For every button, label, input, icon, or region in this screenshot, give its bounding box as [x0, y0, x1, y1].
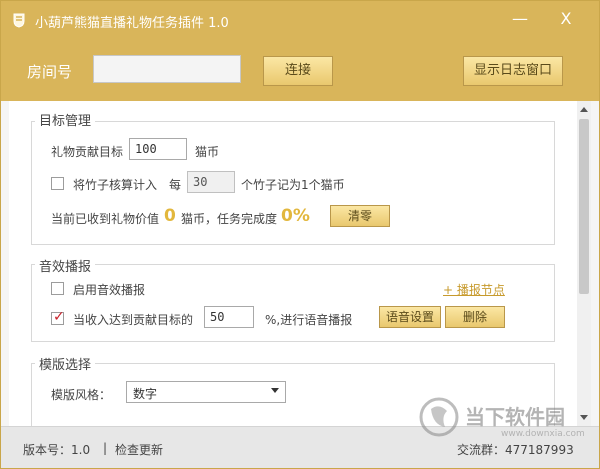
bamboo-count-input[interactable]: 30 — [187, 171, 235, 193]
room-input[interactable] — [93, 55, 241, 83]
check-update-link[interactable]: 检查更新 — [115, 441, 163, 458]
bamboo-label: 将竹子核算计入 — [73, 178, 158, 192]
received-unit-label: 猫币，任务完成度 — [181, 212, 278, 226]
scroll-up-icon[interactable] — [580, 107, 588, 112]
room-toolbar: 房间号 连接 显示日志窗口 — [1, 39, 599, 101]
reset-button[interactable]: 清零 — [330, 205, 390, 227]
watermark-url: www.downxia.com — [501, 429, 585, 439]
title-bar[interactable]: 小葫芦熊猫直播礼物任务插件 1.0 — X — [1, 1, 599, 39]
every-label: 每 — [169, 178, 182, 192]
broadcast-node-link[interactable]: + 播报节点 — [443, 281, 505, 298]
gift-target-label: 礼物贡献目标 — [51, 145, 124, 159]
template-style-label: 模版风格： — [51, 388, 112, 402]
gourd-icon — [13, 13, 25, 28]
show-log-button[interactable]: 显示日志窗口 — [463, 56, 563, 86]
settings-panel: 目标管理 礼物贡献目标 100 猫币 将竹子核算计入 每 30 个竹子记为1个猫… — [9, 101, 577, 426]
chevron-down-icon — [271, 388, 279, 393]
minimize-button[interactable]: — — [507, 7, 533, 31]
template-group-title: 模版选择 — [35, 354, 96, 373]
enable-audio-label: 启用音效播报 — [73, 283, 146, 297]
close-button[interactable]: X — [553, 7, 579, 31]
audio-group — [31, 264, 555, 342]
check-mark-icon: ✓ — [53, 309, 65, 325]
voice-broadcast-checkbox[interactable]: ✓ — [51, 309, 65, 325]
template-style-value: 数字 — [133, 387, 158, 401]
voice-settings-button[interactable]: 语音设置 — [379, 306, 441, 328]
audio-group-title: 音效播报 — [35, 256, 96, 275]
template-style-select[interactable]: 数字 — [126, 381, 286, 403]
gift-unit-label: 猫币 — [195, 145, 220, 159]
reach-suffix-label: %,进行语音播报 — [265, 313, 353, 327]
version-text: 版本号：1.0 — [23, 443, 91, 457]
connect-button[interactable]: 连接 — [263, 56, 333, 86]
room-label: 房间号 — [27, 63, 73, 81]
gift-target-input[interactable]: 100 — [129, 138, 187, 160]
bamboo-suffix-label: 个竹子记为1个猫币 — [241, 178, 345, 192]
target-group-title: 目标管理 — [35, 110, 96, 129]
downxia-logo-icon — [419, 397, 459, 437]
watermark-text: 当下软件园 — [465, 405, 565, 429]
app-window: 小葫芦熊猫直播礼物任务插件 1.0 — X 房间号 连接 显示日志窗口 目标管理… — [0, 0, 600, 469]
reach-percent-input[interactable]: 50 — [204, 306, 254, 328]
scroll-thumb[interactable] — [579, 119, 589, 294]
watermark: 当下软件园 www.downxia.com — [419, 393, 589, 453]
delete-button[interactable]: 删除 — [445, 306, 505, 328]
window-title: 小葫芦熊猫直播礼物任务插件 1.0 — [35, 16, 229, 31]
status-separator: | — [103, 441, 108, 455]
received-value: 0 — [164, 206, 176, 226]
bamboo-checkbox[interactable] — [51, 177, 64, 190]
progress-value: 0% — [281, 206, 310, 226]
reach-label: 当收入达到贡献目标的 — [73, 313, 194, 327]
received-label: 当前已收到礼物价值 — [51, 212, 160, 226]
vertical-scrollbar[interactable] — [577, 101, 591, 426]
enable-audio-checkbox[interactable] — [51, 282, 64, 295]
